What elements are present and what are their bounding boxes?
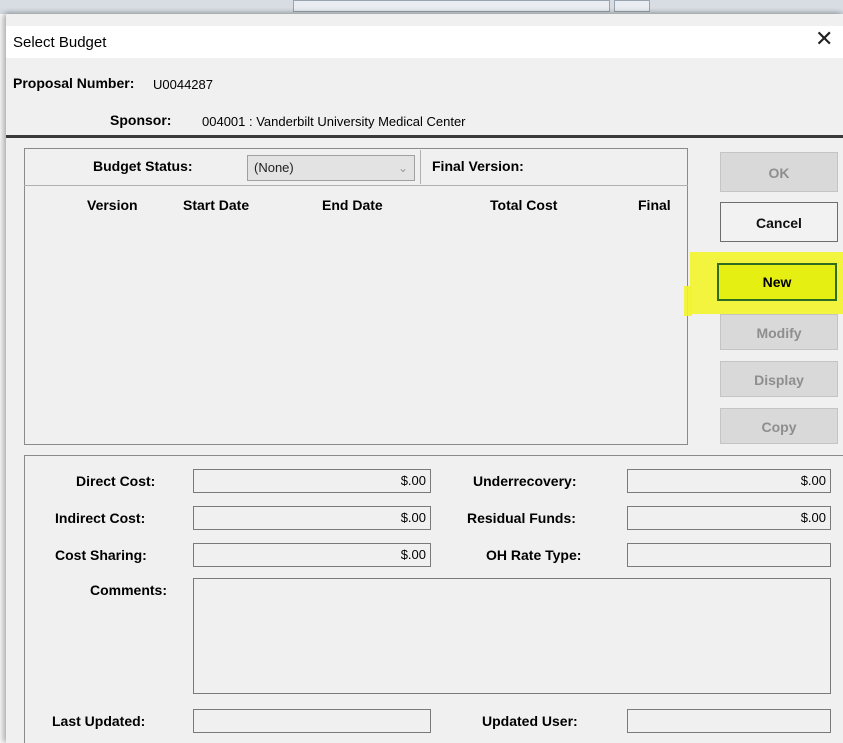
close-icon[interactable]: ✕ [815, 28, 833, 50]
dialog-title: Select Budget [13, 34, 107, 51]
oh-rate-type-label: OH Rate Type: [486, 547, 582, 563]
updated-user-field[interactable] [627, 709, 831, 733]
sponsor-label: Sponsor: [110, 112, 172, 128]
cost-sharing-field[interactable]: $.00 [193, 543, 431, 567]
chevron-down-icon: ⌄ [397, 161, 408, 175]
underrecovery-field[interactable]: $.00 [627, 469, 831, 493]
ok-button[interactable]: OK [720, 152, 838, 192]
dialog-titlebar [6, 26, 843, 58]
column-header-start-date[interactable]: Start Date [183, 197, 249, 213]
status-divider [420, 150, 421, 184]
new-button[interactable]: New [717, 263, 837, 301]
column-header-version[interactable]: Version [87, 197, 138, 213]
comments-textarea[interactable] [193, 578, 831, 694]
budget-status-value: (None) [254, 160, 294, 175]
background-window-button [614, 0, 650, 12]
last-updated-field[interactable] [193, 709, 431, 733]
proposal-number-value: U0044287 [153, 77, 213, 92]
comments-label: Comments: [90, 582, 168, 598]
oh-rate-type-field[interactable] [627, 543, 831, 567]
underrecovery-label: Underrecovery: [473, 473, 577, 489]
direct-cost-label: Direct Cost: [76, 473, 156, 489]
residual-funds-field[interactable]: $.00 [627, 506, 831, 530]
display-button[interactable]: Display [720, 361, 838, 397]
modify-button[interactable]: Modify [720, 314, 838, 350]
last-updated-label: Last Updated: [52, 713, 146, 729]
column-header-final[interactable]: Final [638, 197, 671, 213]
final-version-label: Final Version: [432, 158, 524, 174]
residual-funds-label: Residual Funds: [467, 510, 576, 526]
proposal-number-label: Proposal Number: [13, 75, 135, 91]
column-header-total-cost[interactable]: Total Cost [490, 197, 557, 213]
indirect-cost-field[interactable]: $.00 [193, 506, 431, 530]
cost-sharing-label: Cost Sharing: [55, 547, 147, 563]
indirect-cost-label: Indirect Cost: [55, 510, 146, 526]
highlight-stroke [684, 286, 692, 316]
updated-user-label: Updated User: [482, 713, 578, 729]
cancel-button[interactable]: Cancel [720, 202, 838, 242]
direct-cost-field[interactable]: $.00 [193, 469, 431, 493]
budget-list-body[interactable] [26, 222, 686, 443]
column-header-end-date[interactable]: End Date [322, 197, 383, 213]
budget-status-dropdown[interactable]: (None) ⌄ [247, 155, 415, 181]
copy-button[interactable]: Copy [720, 408, 838, 444]
budget-status-label: Budget Status: [93, 158, 193, 174]
sponsor-value: 004001 : Vanderbilt University Medical C… [202, 114, 466, 129]
background-window-field [293, 0, 610, 12]
